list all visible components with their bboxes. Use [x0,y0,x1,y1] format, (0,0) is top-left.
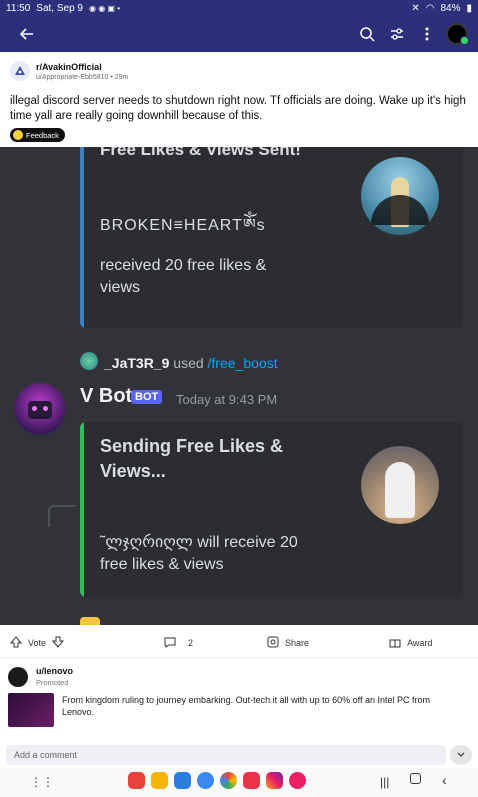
reply-avatar [80,352,98,370]
app-icon-6[interactable] [243,772,260,789]
system-nav-bar: ⋮⋮ ||| ‹ [0,768,478,797]
promo-text: From kingdom ruling to journey embarking… [62,695,431,717]
home-icon[interactable] [410,773,421,784]
post-meta: u/Appropriate-Ebb5810 • 29m [36,73,129,81]
advertiser-name[interactable]: u/lenovo [36,666,73,676]
battery-icon: ▮ [466,2,472,14]
promo-header: u/lenovo Promoted [8,666,73,687]
subreddit-name[interactable]: r/AvakinOfficial [36,62,128,72]
next-message-avatar [80,617,100,625]
sort-icon[interactable] [384,21,410,47]
arrow-left-icon[interactable] [14,21,40,47]
embed-likes-sent: Free Likes & Views Sent! BROKEN≡HEARTༀs … [80,147,463,328]
reply-used: used [173,355,204,371]
wifi-icon: ◠ [425,2,435,14]
feedback-emoji-icon [13,130,23,140]
share-label: Share [285,637,310,648]
comment-icon [164,636,176,650]
award-icon [389,636,401,650]
recents-icon[interactable]: ||| [380,775,389,789]
bot-name: V Bot [80,385,133,407]
messages-icon[interactable] [197,772,214,789]
comments-button[interactable]: 2 [164,636,193,650]
post-header: r/AvakinOfficial u/Appropriate-Ebb5810 •… [0,52,478,90]
app-icon-8[interactable] [289,772,306,789]
flair-label: Feedback [26,130,59,140]
vote-group: Vote [9,635,65,650]
embed-title: Free Likes & Views Sent! [100,147,301,159]
status-time: 11:50 [6,2,31,14]
embed-thumbnail [361,157,439,235]
share-icon [267,636,279,650]
app-dock [128,772,306,789]
comment-input[interactable]: Add a comment [6,745,446,765]
app-drawer-icon[interactable]: ⋮⋮ [30,775,54,789]
back-nav-icon[interactable]: ‹ [442,772,447,788]
user-avatar[interactable] [446,23,469,45]
embed-title: Sending Free Likes & Views... [100,436,284,481]
comment-count: 2 [188,637,194,648]
post-age: 29m [114,73,129,81]
reply-connector [48,505,76,527]
chrome-icon[interactable] [220,772,237,789]
bot-avatar [14,383,66,435]
chevron-down-icon[interactable] [450,745,472,765]
bot-badge: BOT [131,390,163,404]
promoted-post[interactable]: u/lenovo Promoted From kingdom ruling to… [0,660,478,744]
embed-thumbnail [361,446,439,524]
mute-icon: ✕ [411,2,420,14]
post-image[interactable]: Free Likes & Views Sent! BROKEN≡HEARTༀs … [0,147,478,625]
post-author[interactable]: u/Appropriate-Ebb5810 [36,74,108,81]
reply-username: _JaT3R_9 [104,355,170,371]
promoted-label: Promoted [36,678,69,687]
embed-sending: Sending Free Likes & Views... ˜ლჯღრიღლ w… [80,422,463,597]
bot-timestamp: Today at 9:43 PM [176,392,278,407]
search-icon[interactable] [354,21,380,47]
promo-image[interactable] [8,693,54,727]
post-title: illegal discord server needs to shutdown… [10,95,466,122]
post-actions: Vote 2 Share Award [0,628,478,658]
advertiser-avatar [8,666,28,687]
embed-username: BROKEN≡HEARTༀs [100,217,266,234]
more-vertical-icon[interactable] [414,21,440,47]
embed-accent-bar [80,422,84,597]
app-icon-3[interactable] [174,772,191,789]
downvote-icon[interactable] [51,636,65,650]
status-date: Sat, Sep 9 [36,2,83,14]
instagram-icon[interactable] [266,772,283,789]
subreddit-icon[interactable] [10,61,30,81]
share-button[interactable]: Share [267,636,309,650]
flair-badge[interactable]: Feedback [10,128,65,142]
embed-body: ˜ლჯღრიღლ will receive 20 free likes & vi… [100,534,298,573]
upvote-icon[interactable] [9,635,23,650]
battery-level: 84% [440,2,461,14]
award-button[interactable]: Award [389,636,432,650]
award-label: Award [407,637,433,648]
embed-body: received 20 free likes & views [100,257,267,296]
vote-label: Vote [28,637,47,648]
app-icon-1[interactable] [128,772,145,789]
app-icon-2[interactable] [151,772,168,789]
reply-command: /free_boost [207,355,278,371]
notification-icons: ◉ ◉ ▣ • [89,3,120,13]
comment-bar: Add a comment [0,742,478,768]
embed-accent-bar [80,147,84,328]
status-bar: 11:50 Sat, Sep 9 ◉ ◉ ▣ • ✕ ◠ 84% ▮ [0,0,478,16]
reply-line-text: _JaT3R_9 used /free_boost [104,355,278,371]
app-toolbar [0,16,478,52]
